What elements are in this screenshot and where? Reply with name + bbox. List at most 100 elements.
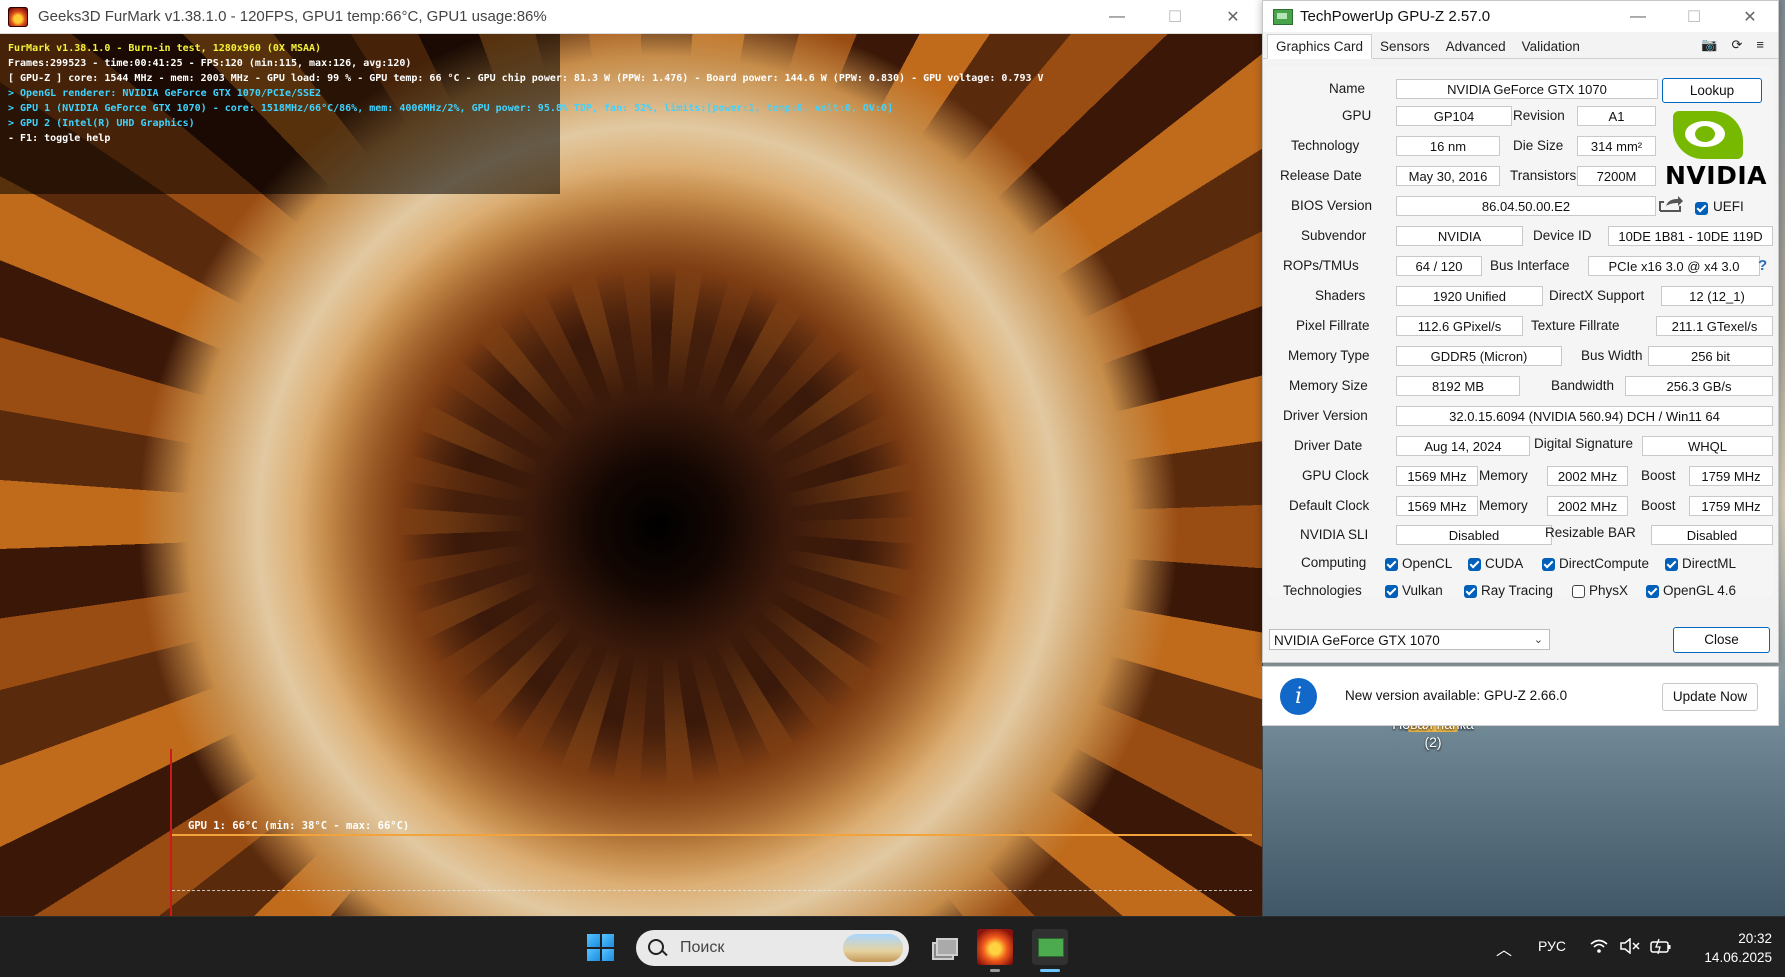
label-rops: ROPs/TMUs bbox=[1283, 258, 1359, 273]
value-subvendor: NVIDIA bbox=[1396, 226, 1523, 246]
close-button[interactable]: ✕ bbox=[1722, 7, 1778, 27]
language-indicator[interactable]: РУС bbox=[1538, 938, 1566, 954]
value-gpu: GP104 bbox=[1396, 106, 1512, 126]
gpuz-close-button[interactable]: Close bbox=[1673, 627, 1770, 653]
value-default-clock: 1569 MHz bbox=[1396, 496, 1478, 516]
minimize-button[interactable]: — bbox=[1610, 8, 1666, 26]
task-view-icon[interactable] bbox=[924, 929, 960, 965]
gpuz-taskbar-icon[interactable] bbox=[1032, 929, 1068, 965]
value-die-size: 314 mm² bbox=[1577, 136, 1656, 156]
label-ray-tracing: Ray Tracing bbox=[1481, 583, 1554, 598]
speaker-muted-icon[interactable] bbox=[1620, 938, 1640, 954]
value-device-id: 10DE 1B81 - 10DE 119D bbox=[1608, 226, 1773, 246]
label-bus-interface: Bus Interface bbox=[1490, 258, 1570, 273]
label-vulkan: Vulkan bbox=[1402, 583, 1443, 598]
value-shaders: 1920 Unified bbox=[1396, 286, 1543, 306]
tab-advanced[interactable]: Advanced bbox=[1438, 35, 1514, 58]
gpuz-logo-icon bbox=[1273, 8, 1293, 25]
label-revision: Revision bbox=[1513, 108, 1565, 123]
value-release-date: May 30, 2016 bbox=[1396, 166, 1500, 186]
value-bios: 86.04.50.00.E2 bbox=[1396, 196, 1656, 216]
value-bandwidth: 256.3 GB/s bbox=[1625, 376, 1773, 396]
label-driver-version: Driver Version bbox=[1283, 408, 1368, 423]
furmark-running-indicator bbox=[990, 969, 1000, 972]
furmark-window[interactable]: Geeks3D FurMark v1.38.1.0 - 120FPS, GPU1… bbox=[0, 0, 1262, 916]
taskbar: Поиск ︿ РУС 20:32 14.06.2025 bbox=[0, 916, 1785, 977]
maximize-button[interactable]: ☐ bbox=[1666, 7, 1722, 27]
clock-time: 20:32 bbox=[1738, 931, 1772, 946]
value-rops: 64 / 120 bbox=[1396, 256, 1482, 276]
bus-interface-help-button[interactable]: ? bbox=[1758, 257, 1767, 274]
menu-icon[interactable]: ≡ bbox=[1756, 37, 1764, 53]
gpuz-window[interactable]: TechPowerUp GPU-Z 2.57.0 — ☐ ✕ Graphics … bbox=[1262, 0, 1779, 663]
update-now-button[interactable]: Update Now bbox=[1662, 683, 1758, 711]
label-directx: DirectX Support bbox=[1549, 288, 1645, 303]
label-physx: PhysX bbox=[1589, 583, 1629, 598]
value-gpu-boost: 1759 MHz bbox=[1689, 466, 1773, 486]
directcompute-checkbox[interactable] bbox=[1542, 558, 1555, 571]
value-gpu-clock: 1569 MHz bbox=[1396, 466, 1478, 486]
gpuz-titlebar[interactable]: TechPowerUp GPU-Z 2.57.0 — ☐ ✕ bbox=[1263, 1, 1778, 32]
vulkan-checkbox[interactable] bbox=[1385, 585, 1398, 598]
furmark-titlebar[interactable]: Geeks3D FurMark v1.38.1.0 - 120FPS, GPU1… bbox=[0, 0, 1262, 34]
label-subvendor: Subvendor bbox=[1301, 228, 1367, 243]
value-directx: 12 (12_1) bbox=[1661, 286, 1773, 306]
value-digital-signature: WHQL bbox=[1642, 436, 1773, 456]
wifi-icon[interactable] bbox=[1590, 938, 1608, 954]
info-icon: i bbox=[1280, 678, 1317, 715]
label-directml: DirectML bbox=[1682, 556, 1737, 571]
label-texture-fillrate: Texture Fillrate bbox=[1531, 318, 1620, 333]
tab-graphics-card[interactable]: Graphics Card bbox=[1267, 34, 1373, 59]
label-memory-type: Memory Type bbox=[1288, 348, 1370, 363]
minimize-button[interactable]: — bbox=[1088, 8, 1146, 26]
label-technology: Technology bbox=[1291, 138, 1360, 153]
physx-checkbox[interactable] bbox=[1572, 585, 1585, 598]
hud-line: [ GPU-Z ] core: 1544 MHz - mem: 2003 MHz… bbox=[8, 73, 1044, 84]
ray-tracing-checkbox[interactable] bbox=[1464, 585, 1477, 598]
tab-validation[interactable]: Validation bbox=[1514, 35, 1588, 58]
chevron-up-icon[interactable]: ︿ bbox=[1496, 936, 1512, 960]
furmark-title: Geeks3D FurMark v1.38.1.0 - 120FPS, GPU1… bbox=[38, 8, 547, 25]
label-gpu-clock: GPU Clock bbox=[1302, 468, 1369, 483]
tab-sensors[interactable]: Sensors bbox=[1372, 35, 1438, 58]
value-driver-version: 32.0.15.6094 (NVIDIA 560.94) DCH / Win11… bbox=[1396, 406, 1773, 426]
value-default-memory: 2002 MHz bbox=[1547, 496, 1628, 516]
label-bios: BIOS Version bbox=[1291, 198, 1373, 213]
directml-checkbox[interactable] bbox=[1665, 558, 1678, 571]
label-release-date: Release Date bbox=[1280, 168, 1362, 183]
camera-icon[interactable]: 📷 bbox=[1701, 37, 1717, 53]
furmark-taskbar-icon[interactable] bbox=[977, 929, 1013, 965]
system-clock[interactable]: 20:32 14.06.2025 bbox=[1690, 929, 1772, 967]
label-uefi: UEFI bbox=[1713, 199, 1744, 214]
share-icon[interactable] bbox=[1658, 195, 1684, 213]
opencl-checkbox[interactable] bbox=[1385, 558, 1398, 571]
nvidia-eye-icon bbox=[1673, 111, 1743, 159]
refresh-icon[interactable]: ⟳ bbox=[1732, 37, 1743, 53]
search-placeholder: Поиск bbox=[680, 939, 725, 956]
label-gpu: GPU bbox=[1342, 108, 1372, 123]
label-bandwidth: Bandwidth bbox=[1551, 378, 1615, 393]
value-texture-fillrate: 211.1 GTexel/s bbox=[1656, 316, 1773, 336]
search-highlight-image bbox=[843, 934, 903, 962]
value-transistors: 7200M bbox=[1577, 166, 1656, 186]
label-cuda: CUDA bbox=[1485, 556, 1524, 571]
value-nvidia-sli: Disabled bbox=[1396, 525, 1552, 545]
battery-icon[interactable] bbox=[1650, 937, 1672, 955]
maximize-button[interactable]: ☐ bbox=[1146, 7, 1204, 27]
label-pixel-fillrate: Pixel Fillrate bbox=[1296, 318, 1370, 333]
value-bus-width: 256 bit bbox=[1648, 346, 1773, 366]
hud-line: > GPU 2 (Intel(R) UHD Graphics) bbox=[8, 118, 195, 129]
furmark-logo-icon bbox=[8, 6, 28, 27]
opengl-checkbox[interactable] bbox=[1646, 585, 1659, 598]
lookup-button[interactable]: Lookup bbox=[1662, 78, 1762, 103]
uefi-checkbox[interactable] bbox=[1695, 202, 1708, 215]
taskbar-search-box[interactable]: Поиск bbox=[636, 930, 909, 966]
cuda-checkbox[interactable] bbox=[1468, 558, 1481, 571]
label-directcompute: DirectCompute bbox=[1559, 556, 1650, 571]
label-resizable-bar: Resizable BAR bbox=[1545, 525, 1636, 540]
label-default-boost: Boost bbox=[1641, 498, 1676, 513]
gpu-select-dropdown[interactable]: NVIDIA GeForce GTX 1070 ⌄ bbox=[1269, 629, 1550, 650]
windows-start-icon[interactable] bbox=[587, 934, 614, 961]
value-gpu-memory: 2002 MHz bbox=[1547, 466, 1628, 486]
close-button[interactable]: ✕ bbox=[1204, 7, 1262, 27]
